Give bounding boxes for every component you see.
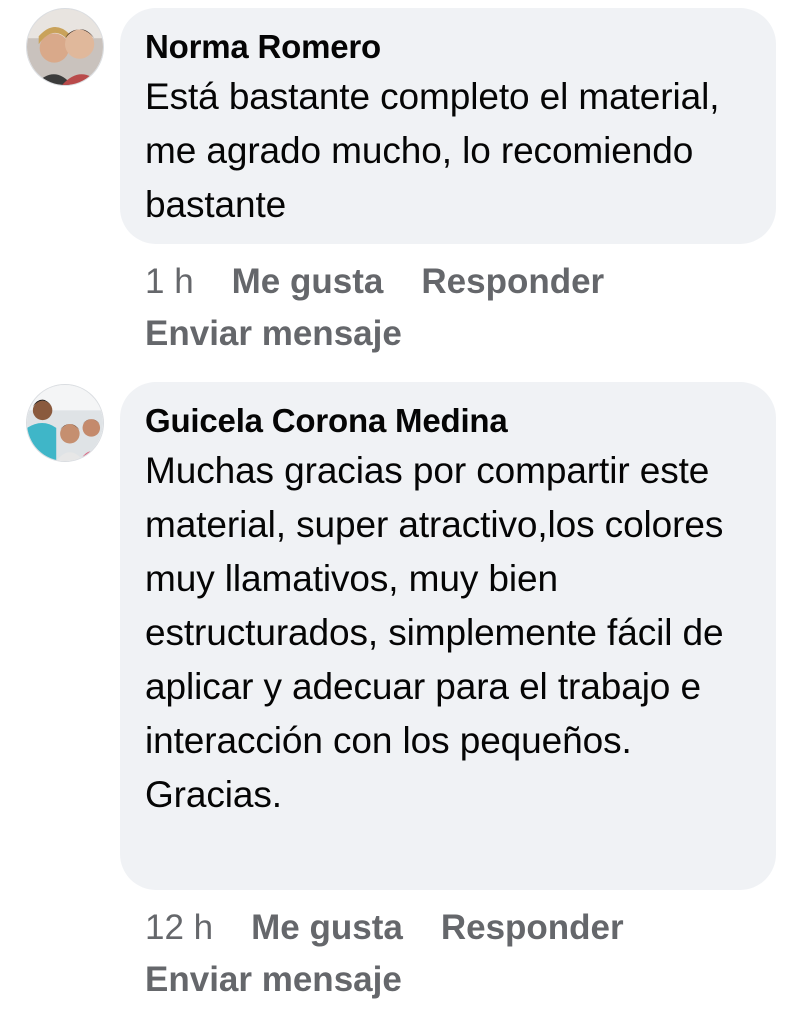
comment-timestamp[interactable]: 1 h bbox=[145, 262, 194, 301]
like-button[interactable]: Me gusta bbox=[232, 262, 384, 301]
comment-author[interactable]: Guicela Corona Medina bbox=[145, 402, 752, 440]
reply-button[interactable]: Responder bbox=[421, 262, 604, 301]
profile-photo-icon bbox=[27, 385, 103, 461]
like-button[interactable]: Me gusta bbox=[251, 908, 403, 947]
comment-actions: 12 h Me gusta Responder Enviar mensaje bbox=[145, 902, 765, 1006]
comment-actions: 1 h Me gusta Responder Enviar mensaje bbox=[145, 256, 765, 360]
profile-photo-icon bbox=[27, 9, 103, 85]
comment-author[interactable]: Norma Romero bbox=[145, 28, 752, 66]
avatar[interactable] bbox=[26, 384, 104, 462]
avatar[interactable] bbox=[26, 8, 104, 86]
comment-timestamp[interactable]: 12 h bbox=[145, 908, 213, 947]
send-message-button[interactable]: Enviar mensaje bbox=[145, 308, 727, 360]
comment-text: Muchas gracias por compartir este materi… bbox=[145, 450, 724, 815]
comment-text: Está bastante completo el material, me a… bbox=[145, 76, 720, 225]
send-message-button[interactable]: Enviar mensaje bbox=[145, 954, 727, 1006]
comment-bubble: Norma Romero Está bastante completo el m… bbox=[120, 8, 776, 244]
reply-button[interactable]: Responder bbox=[441, 908, 624, 947]
comment-bubble: Guicela Corona Medina Muchas gracias por… bbox=[120, 382, 776, 890]
